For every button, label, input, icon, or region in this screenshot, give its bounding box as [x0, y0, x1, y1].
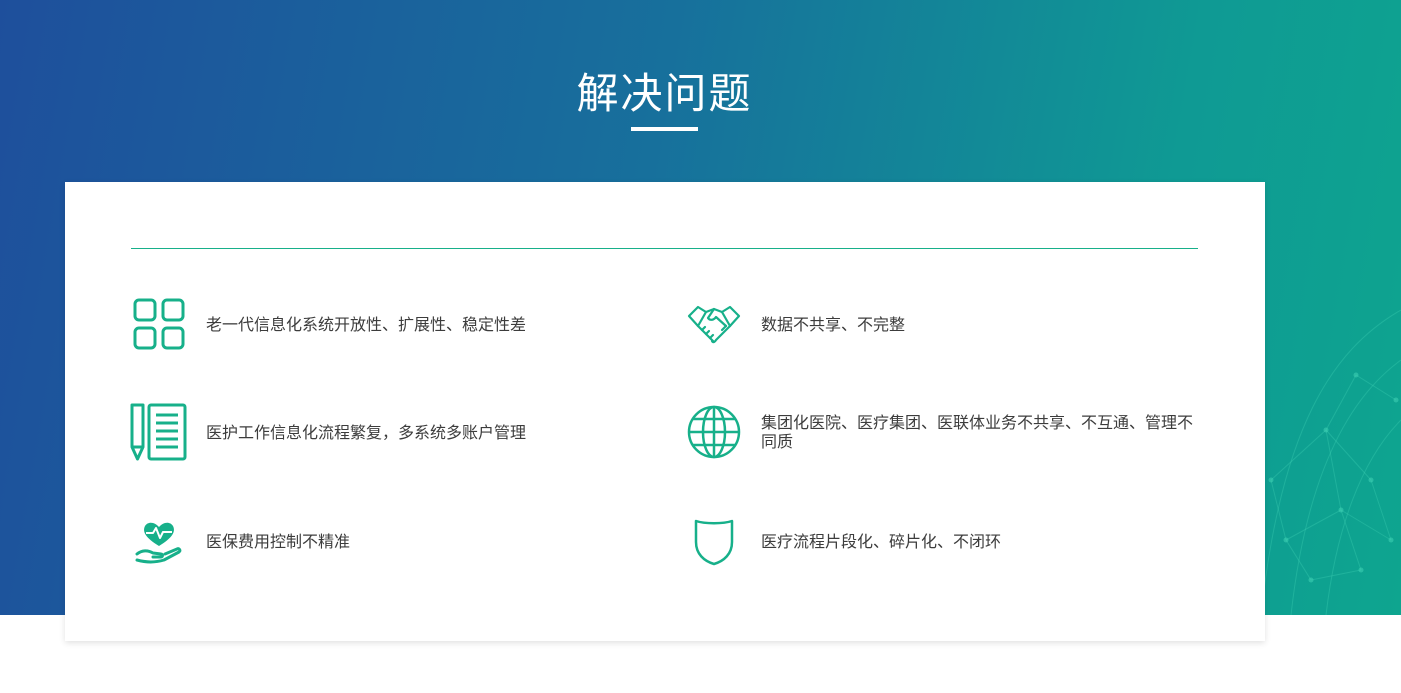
- problem-item: 老一代信息化系统开放性、扩展性、稳定性差: [130, 295, 526, 353]
- problem-text: 医保费用控制不精准: [206, 531, 351, 551]
- problem-item: 医护工作信息化流程繁复，多系统多账户管理: [130, 403, 526, 461]
- problem-text: 集团化医院、医疗集团、医联体业务不共享、不互通、管理不同质: [761, 413, 1194, 451]
- network-background-graphic: [1260, 309, 1401, 615]
- problem-text: 医护工作信息化流程繁复，多系统多账户管理: [206, 422, 527, 442]
- problem-item: 集团化医院、医疗集团、医联体业务不共享、不互通、管理不同质: [685, 403, 1201, 461]
- handshake-icon: [685, 295, 743, 353]
- problem-text: 医疗流程片段化、碎片化、不闭环: [761, 531, 1002, 551]
- card-divider: [131, 248, 1198, 249]
- grid-icon: [130, 295, 188, 353]
- problem-item: 医疗流程片段化、碎片化、不闭环: [685, 512, 1001, 570]
- shield-icon: [685, 512, 743, 570]
- title-underline: [631, 127, 698, 131]
- problems-card: 老一代信息化系统开放性、扩展性、稳定性差 数据不共享、不完整 医护工作信息化流程…: [65, 182, 1265, 641]
- globe-icon: [685, 403, 743, 461]
- problem-text: 数据不共享、不完整: [761, 314, 906, 334]
- section-title: 解决问题: [576, 69, 753, 118]
- document-pen-icon: [130, 403, 188, 461]
- problem-item: 数据不共享、不完整: [685, 295, 905, 353]
- heart-hand-icon: [130, 512, 188, 570]
- problem-item: 医保费用控制不精准: [130, 512, 350, 570]
- problem-text: 老一代信息化系统开放性、扩展性、稳定性差: [206, 314, 527, 334]
